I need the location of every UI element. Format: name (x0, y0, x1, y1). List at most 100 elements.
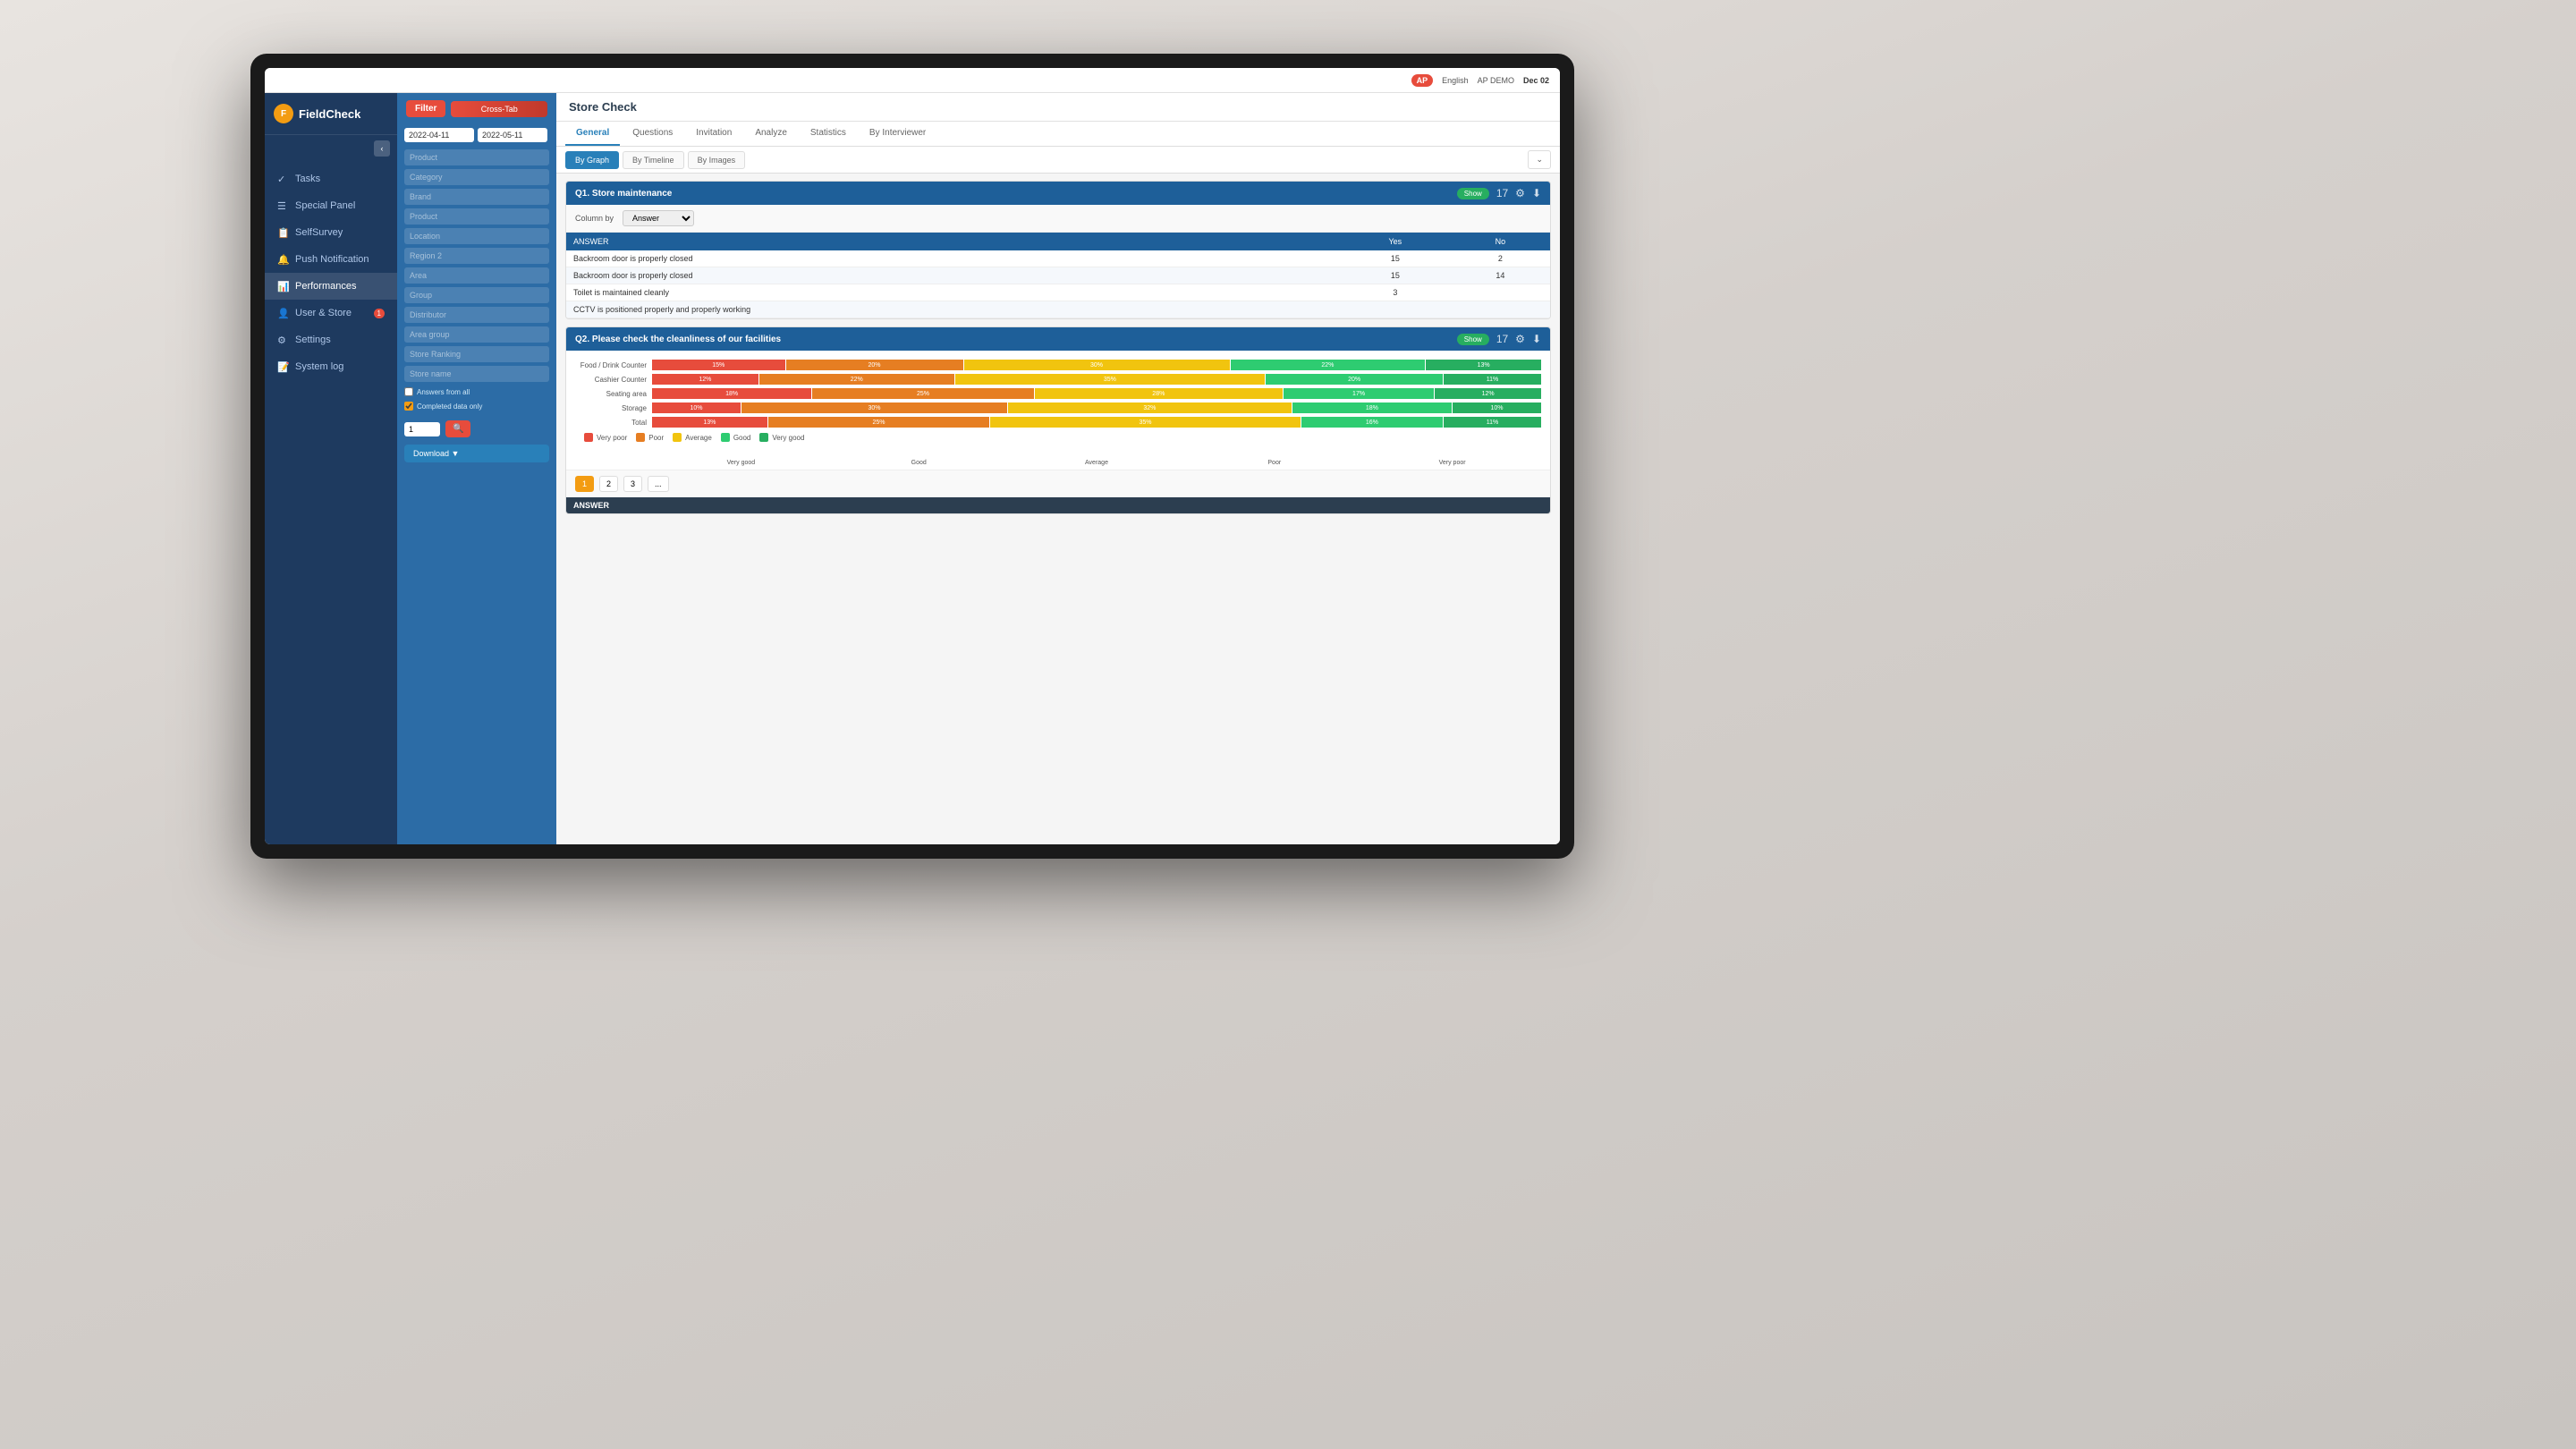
filter-button[interactable]: Filter (406, 100, 445, 117)
column-by-select[interactable]: Answer (623, 210, 694, 226)
bar-seating-very-good: 12% (1435, 388, 1541, 399)
user-name: AP DEMO (1478, 76, 1514, 85)
store-ranking-input[interactable] (404, 346, 549, 362)
q2-title: Q2. Please check the cleanliness of our … (575, 335, 781, 344)
sidebar-item-system-log[interactable]: 📝 System log (265, 353, 397, 380)
page-btn-3[interactable]: 3 (623, 476, 642, 492)
search-button[interactable]: 🔍 (445, 420, 470, 437)
product-input[interactable] (404, 149, 549, 165)
filter-field-store-ranking (404, 345, 549, 362)
completed-data-checkbox[interactable] (404, 402, 413, 411)
tab-questions[interactable]: Questions (622, 122, 683, 146)
language-selector[interactable]: English (1442, 76, 1469, 85)
bar-storage-avg: 32% (1008, 402, 1292, 413)
user-store-badge: 1 (374, 309, 385, 318)
q2-show-toggle[interactable]: Show (1457, 334, 1489, 345)
bar-food-poor: 20% (786, 360, 963, 370)
region-input[interactable] (404, 248, 549, 264)
filter-field-store-name (404, 365, 549, 382)
q1-count-icon: 17 (1496, 187, 1508, 199)
sidebar-item-performances[interactable]: 📊 Performances (265, 273, 397, 300)
column-by-label: Column by (575, 214, 614, 223)
q2-answer-header: ANSWER (566, 497, 1550, 513)
q1-settings-icon[interactable]: ⚙ (1515, 187, 1525, 199)
subtab-by-graph[interactable]: By Graph (565, 151, 619, 169)
performances-icon: 📊 (277, 281, 288, 292)
tab-analyze[interactable]: Analyze (744, 122, 798, 146)
page-input[interactable] (404, 422, 440, 436)
brand-input[interactable] (404, 189, 549, 205)
legend-dot-good (721, 433, 730, 442)
q1-header: Q1. Store maintenance Show 17 ⚙ ⬇ (566, 182, 1550, 205)
sidebar-item-special-panel[interactable]: ☰ Special Panel (265, 192, 397, 219)
tab-statistics[interactable]: Statistics (800, 122, 857, 146)
chart-bar-seating: 18% 25% 28% 17% 12% (652, 388, 1541, 399)
legend-dot-average (673, 433, 682, 442)
download-button[interactable]: Download ▼ (404, 445, 549, 462)
current-date: Dec 02 (1523, 76, 1549, 85)
subtab-by-timeline[interactable]: By Timeline (623, 151, 684, 169)
axis-very-poor: Very poor (1363, 460, 1541, 466)
page-btn-2[interactable]: 2 (599, 476, 618, 492)
q2-settings-icon[interactable]: ⚙ (1515, 333, 1525, 345)
completed-data-label: Completed data only (417, 402, 482, 411)
chart-legend: Very poor Poor Average (575, 428, 1541, 447)
settings-label: Settings (295, 335, 331, 345)
sidebar-item-push-notification[interactable]: 🔔 Push Notification (265, 246, 397, 273)
pagination-row: 1 2 3 ... (566, 470, 1550, 497)
bar-total-very-poor: 13% (652, 417, 767, 428)
q2-chart-container: Food / Drink Counter 15% 20% 30% 22% 13% (566, 351, 1550, 456)
filter-field-brand (404, 188, 549, 205)
axis-poor: Poor (1185, 460, 1363, 466)
legend-average: Average (673, 433, 712, 442)
self-survey-label: SelfSurvey (295, 227, 343, 238)
chart-bar-cashier: 12% 22% 35% 20% 11% (652, 374, 1541, 385)
collapse-button[interactable]: ‹ (374, 140, 390, 157)
chart-row-food: Food / Drink Counter 15% 20% 30% 22% 13% (575, 360, 1541, 370)
q1-row-3-label: Toilet is maintained cleanly (566, 284, 1340, 301)
answers-from-all-checkbox[interactable] (404, 387, 413, 396)
cross-tab-button[interactable]: Cross-Tab (451, 101, 547, 117)
sidebar-item-settings[interactable]: ⚙ Settings (265, 326, 397, 353)
page-btn-1[interactable]: 1 (575, 476, 594, 492)
sidebar-item-user-store[interactable]: 👤 User & Store 1 (265, 300, 397, 326)
area-group-input[interactable] (404, 326, 549, 343)
logo-text: FieldCheck (299, 107, 360, 121)
sidebar-item-tasks[interactable]: ✓ Tasks (265, 165, 397, 192)
category-input[interactable] (404, 169, 549, 185)
page-title: Store Check (569, 100, 637, 114)
tab-invitation[interactable]: Invitation (685, 122, 742, 146)
chart-label-cashier: Cashier Counter (575, 376, 647, 384)
expand-button[interactable]: ⌄ (1528, 150, 1551, 169)
system-log-icon: 📝 (277, 361, 288, 372)
q1-download-icon[interactable]: ⬇ (1532, 187, 1541, 199)
tab-by-interviewer[interactable]: By Interviewer (859, 122, 936, 146)
filter-header: Filter Cross-Tab (397, 93, 556, 124)
bar-food-good: 22% (1231, 360, 1426, 370)
store-name-input[interactable] (404, 366, 549, 382)
tab-general[interactable]: General (565, 122, 620, 146)
sidebar-item-self-survey[interactable]: 📋 SelfSurvey (265, 219, 397, 246)
group-input[interactable] (404, 287, 549, 303)
date-from-input[interactable] (404, 128, 474, 142)
q2-download-icon[interactable]: ⬇ (1532, 333, 1541, 345)
distributor-input[interactable] (404, 307, 549, 323)
bar-cashier-very-poor: 12% (652, 374, 758, 385)
self-survey-icon: 📋 (277, 227, 288, 238)
product2-input[interactable] (404, 208, 549, 225)
q1-row-1-no: 2 (1451, 250, 1550, 267)
sidebar-collapse: ‹ (265, 135, 397, 162)
filter-field-product2 (404, 208, 549, 225)
q1-show-toggle[interactable]: Show (1457, 188, 1489, 199)
date-to-input[interactable] (478, 128, 547, 142)
bar-food-very-good: 13% (1426, 360, 1541, 370)
subtab-by-images[interactable]: By Images (688, 151, 746, 169)
q1-controls: Show 17 ⚙ ⬇ (1457, 187, 1541, 199)
bar-storage-very-good: 10% (1453, 402, 1541, 413)
tasks-label: Tasks (295, 174, 320, 184)
bar-storage-very-poor: 10% (652, 402, 741, 413)
q1-row-3-no (1451, 284, 1550, 301)
location-input[interactable] (404, 228, 549, 244)
subtab-group: By Graph By Timeline By Images (565, 151, 745, 169)
area-input[interactable] (404, 267, 549, 284)
